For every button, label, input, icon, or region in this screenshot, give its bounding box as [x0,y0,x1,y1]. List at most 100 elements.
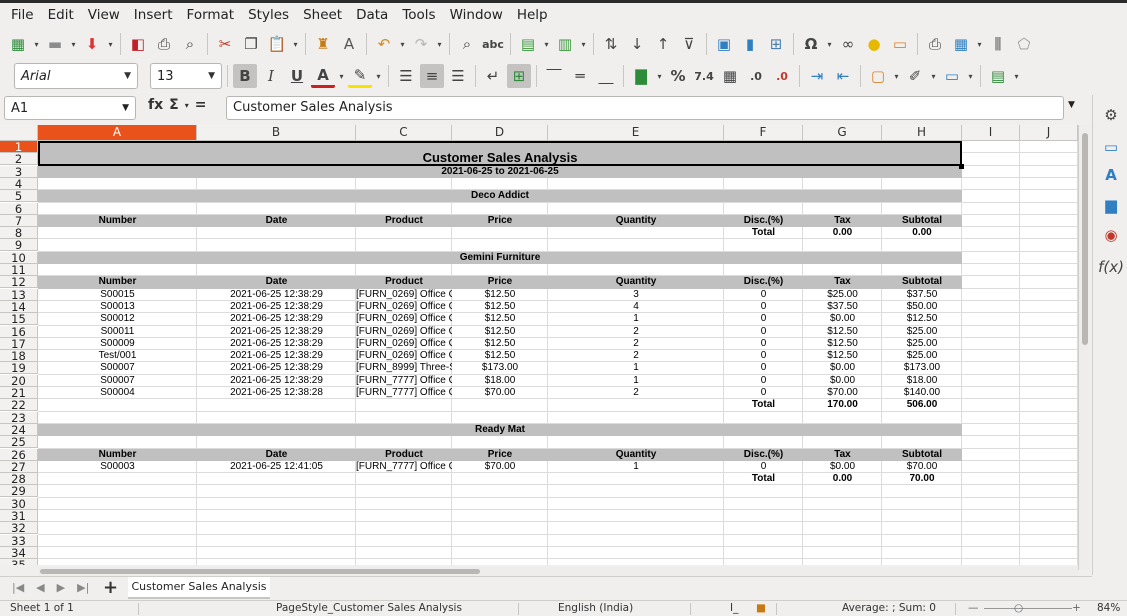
table-cell[interactable]: S00007 [38,375,197,387]
row-header-3[interactable]: 3 [0,165,38,178]
sheet-tab[interactable]: Customer Sales Analysis [128,577,270,599]
chevron-down-icon[interactable]: ▼ [122,103,129,113]
table-cell[interactable]: [FURN_0269] Office Chair Black [356,326,452,338]
table-cell[interactable]: 2021-06-25 12:38:29 [197,301,356,313]
table-cell[interactable]: $12.50 [452,326,548,338]
horizontal-scroll-thumb[interactable] [40,569,480,574]
formula-input[interactable]: Customer Sales Analysis [226,96,1064,120]
currency-dropdown-icon[interactable]: ▾ [655,72,664,81]
undo-dropdown-icon[interactable]: ▾ [398,40,407,49]
row-header-31[interactable]: 31 [0,510,38,522]
table-cell[interactable]: [FURN_7777] Office Chair [356,375,452,387]
column-header-i[interactable]: I [962,125,1020,141]
wrap-text-icon[interactable]: ↵ [481,64,505,88]
table-cell[interactable]: S00011 [38,326,197,338]
table-cell[interactable]: 0 [724,301,803,313]
freeze-dropdown-icon[interactable]: ▾ [975,40,984,49]
border-style-icon[interactable]: ✐ [903,64,927,88]
row-header-1[interactable]: 1 [0,141,38,153]
table-cell[interactable]: 0 [724,375,803,387]
table-cell[interactable]: 2021-06-25 12:38:29 [197,289,356,301]
table-cell[interactable]: 1 [548,313,724,325]
next-sheet-icon[interactable]: ▶ [57,581,65,594]
comment-icon[interactable]: ● [862,32,886,56]
show-draw-functions-icon[interactable]: ⬠ [1012,32,1036,56]
table-cell[interactable]: 1 [548,362,724,374]
column-label[interactable]: Disc.(%) [724,215,803,227]
table-cell[interactable]: $25.00 [882,326,962,338]
navigator-icon[interactable]: ◉ [1099,223,1123,247]
total-tax[interactable]: 0.00 [803,227,882,239]
total-subtotal[interactable]: 506.00 [882,399,962,411]
open-folder-icon[interactable]: ▬ [43,32,67,56]
horizontal-scrollbar[interactable] [38,567,1078,576]
freeze-rows-columns-icon[interactable]: ▦ [949,32,973,56]
column-label[interactable]: Product [356,215,452,227]
table-cell[interactable]: $12.50 [452,289,548,301]
borders-dropdown-icon[interactable]: ▾ [892,72,901,81]
column-label[interactable]: Price [452,276,548,288]
font-name-combo[interactable]: Arial ▼ [14,63,138,89]
table-cell[interactable]: $37.50 [882,289,962,301]
table-cell[interactable]: $173.00 [452,362,548,374]
special-character-icon[interactable]: Ω [799,32,823,56]
table-cell[interactable]: $25.00 [803,289,882,301]
redo-icon[interactable]: ↷ [409,32,433,56]
table-cell[interactable]: $12.50 [803,338,882,350]
table-cell[interactable]: $18.00 [452,375,548,387]
currency-format-icon[interactable]: ▇ [629,64,653,88]
total-tax[interactable]: 170.00 [803,399,882,411]
clone-formatting-icon[interactable]: ♜ [311,32,335,56]
column-label[interactable]: Date [197,215,356,227]
column-header-c[interactable]: C [356,125,452,141]
menu-window[interactable]: Window [443,7,510,23]
table-cell[interactable]: $25.00 [882,338,962,350]
column-label[interactable]: Price [452,449,548,461]
row-header-33[interactable]: 33 [0,534,38,547]
table-cell[interactable]: $0.00 [803,313,882,325]
functions-icon[interactable]: f(x) [1098,255,1124,279]
menu-help[interactable]: Help [510,7,555,23]
table-cell[interactable]: 0 [724,350,803,362]
table-cell[interactable]: 2 [548,387,724,399]
column-label[interactable]: Disc.(%) [724,449,803,461]
table-cell[interactable]: [FURN_0269] Office Chair Black [356,301,452,313]
vertical-scroll-thumb[interactable] [1082,133,1088,345]
print-preview-icon[interactable]: ⌕ [178,32,202,56]
undo-icon[interactable]: ↶ [372,32,396,56]
table-cell[interactable]: 0 [724,289,803,301]
column-header-d[interactable]: D [452,125,548,141]
conditional-dropdown-icon[interactable]: ▾ [1012,72,1021,81]
align-center-icon[interactable]: ≡ [420,64,444,88]
row-header-14[interactable]: 14 [0,300,38,313]
conditional-format-icon[interactable]: ▤ [986,64,1010,88]
language[interactable]: English (India) [558,602,633,614]
hyperlink-icon[interactable]: ∞ [836,32,860,56]
column-label[interactable]: Product [356,276,452,288]
table-cell[interactable]: $70.00 [452,461,548,473]
table-cell[interactable]: $12.50 [452,338,548,350]
table-cell[interactable]: $0.00 [803,461,882,473]
align-right-icon[interactable]: ☰ [446,64,470,88]
row-header-5[interactable]: 5 [0,190,38,203]
column-label[interactable]: Date [197,276,356,288]
row-header-17[interactable]: 17 [0,337,38,350]
row-header-29[interactable]: 29 [0,485,38,498]
redo-dropdown-icon[interactable]: ▾ [435,40,444,49]
total-tax[interactable]: 0.00 [803,473,882,485]
add-decimal-icon[interactable]: .0 [744,64,768,88]
align-left-icon[interactable]: ☰ [394,64,418,88]
table-cell[interactable]: $18.00 [882,375,962,387]
row-header-35[interactable]: 35 [0,559,38,565]
row-header-19[interactable]: 19 [0,362,38,375]
zoom-level[interactable]: 84% [1097,602,1120,614]
column-label[interactable]: Number [38,449,197,461]
table-cell[interactable]: $12.50 [452,313,548,325]
column-label[interactable]: Price [452,215,548,227]
name-box[interactable]: A1 ▼ [4,96,136,120]
row-header-8[interactable]: 8 [0,227,38,240]
column-label[interactable]: Quantity [548,215,724,227]
table-cell[interactable]: S00004 [38,387,197,399]
group-name[interactable]: Gemini Furniture [38,252,962,264]
menu-sheet[interactable]: Sheet [296,7,349,23]
